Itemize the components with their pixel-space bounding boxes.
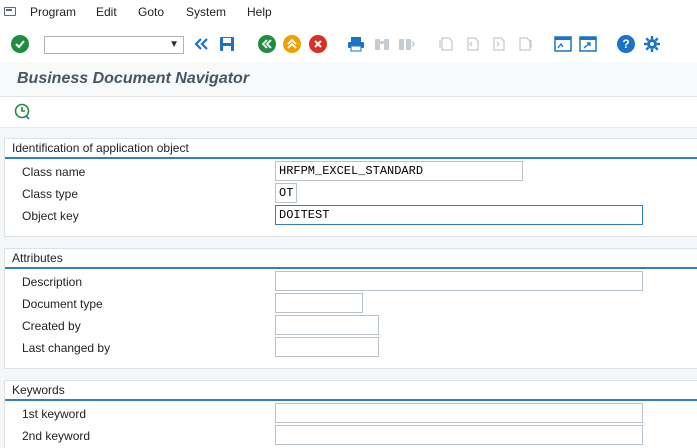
keyword-1-field[interactable] <box>275 403 643 423</box>
group-identification: Identification of application object Cla… <box>4 138 697 237</box>
prev-page-icon[interactable] <box>463 35 481 53</box>
label-keyword-2: 2nd keyword <box>22 429 91 443</box>
page-title: Business Document Navigator <box>17 70 250 87</box>
label-created-by: Created by <box>22 319 81 333</box>
label-keyword-1: 1st keyword <box>22 407 87 421</box>
settings-icon[interactable] <box>643 35 661 53</box>
menu-bar: Program Edit Goto System Help <box>0 0 697 24</box>
execute-clock-icon[interactable] <box>14 103 30 120</box>
chevron-down-icon[interactable]: ▼ <box>169 39 179 50</box>
object-key-field[interactable]: DOITEST <box>275 205 643 225</box>
new-session-icon[interactable] <box>554 35 572 53</box>
command-field[interactable]: ▼ <box>44 36 184 54</box>
group-divider <box>5 157 697 159</box>
label-document-type: Document type <box>22 297 103 311</box>
created-by-field[interactable] <box>275 315 379 335</box>
label-object-key: Object key <box>22 209 79 223</box>
next-page-icon[interactable] <box>489 35 507 53</box>
label-description: Description <box>22 275 83 289</box>
keyword-2-field[interactable] <box>275 425 643 445</box>
menu-help[interactable]: Help <box>247 5 272 19</box>
help-icon[interactable]: ? <box>617 35 635 53</box>
first-page-icon[interactable] <box>437 35 455 53</box>
application-toolbar <box>0 97 697 128</box>
class-type-field[interactable]: OT <box>275 183 297 203</box>
save-icon[interactable] <box>218 35 236 53</box>
menu-program[interactable]: Program <box>30 5 76 19</box>
group-keywords: Keywords 1st keyword 2nd keyword <box>4 380 697 448</box>
label-class-type: Class type <box>22 187 79 201</box>
group-divider <box>5 399 697 401</box>
description-field[interactable] <box>275 271 643 291</box>
last-page-icon[interactable] <box>515 35 533 53</box>
label-last-changed-by: Last changed by <box>22 341 111 355</box>
menu-goto[interactable]: Goto <box>138 5 164 19</box>
class-name-field[interactable]: HRFPM_EXCEL_STANDARD <box>275 161 523 181</box>
group-title: Identification of application object <box>12 141 189 155</box>
group-divider <box>5 267 697 269</box>
last-changed-by-field[interactable] <box>275 337 379 357</box>
cancel-icon[interactable] <box>309 35 327 53</box>
title-bar: Business Document Navigator <box>0 62 697 97</box>
group-title: Keywords <box>12 383 65 397</box>
menu-edit[interactable]: Edit <box>96 5 117 19</box>
standard-toolbar: ▼ ? <box>0 24 697 63</box>
group-title: Attributes <box>12 251 63 265</box>
document-type-field[interactable] <box>275 293 363 313</box>
back-nav-icon[interactable] <box>258 35 276 53</box>
group-attributes: Attributes Description Document type Cre… <box>4 248 697 369</box>
print-icon[interactable] <box>347 35 365 53</box>
label-class-name: Class name <box>22 165 86 179</box>
find-icon[interactable] <box>373 35 391 53</box>
system-menu-icon[interactable] <box>3 4 17 18</box>
enter-icon[interactable] <box>11 35 29 53</box>
menu-system[interactable]: System <box>186 5 226 19</box>
back-icon[interactable] <box>193 35 211 53</box>
find-next-icon[interactable] <box>397 35 415 53</box>
exit-icon[interactable] <box>283 35 301 53</box>
shortcut-icon[interactable] <box>579 35 597 53</box>
